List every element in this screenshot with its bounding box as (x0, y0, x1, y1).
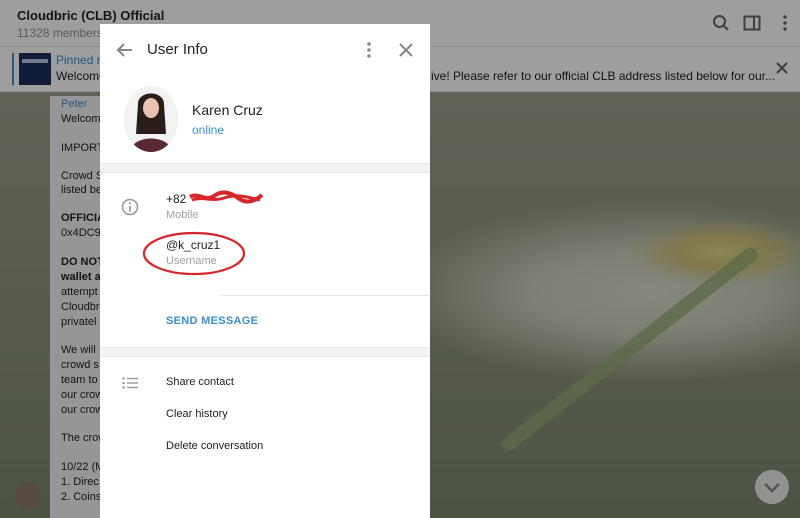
phone-label: Mobile (166, 209, 199, 221)
modal-header: User Info (100, 24, 430, 76)
profile-name: Karen Cruz (192, 102, 263, 118)
section-divider (100, 163, 430, 173)
divider (221, 295, 430, 296)
back-arrow-icon[interactable] (116, 41, 134, 59)
section-divider (100, 347, 430, 357)
phone-number: +82 (166, 192, 187, 206)
share-contact-item[interactable]: Share contact (166, 376, 234, 388)
user-info-modal: User Info Karen Cruz online +82 Mobile @… (100, 24, 430, 518)
list-icon (122, 377, 138, 389)
send-message-button[interactable]: SEND MESSAGE (166, 315, 258, 327)
avatar[interactable] (124, 86, 178, 152)
profile-photo (124, 86, 178, 152)
redaction-scribble (188, 190, 264, 204)
info-icon (121, 198, 139, 216)
close-icon[interactable] (398, 42, 414, 58)
modal-title: User Info (147, 41, 208, 58)
clear-history-item[interactable]: Clear history (166, 408, 228, 420)
more-vertical-icon[interactable] (362, 40, 376, 60)
delete-conversation-item[interactable]: Delete conversation (166, 440, 263, 452)
profile-status: online (192, 123, 225, 137)
annotation-ellipse (142, 231, 246, 276)
